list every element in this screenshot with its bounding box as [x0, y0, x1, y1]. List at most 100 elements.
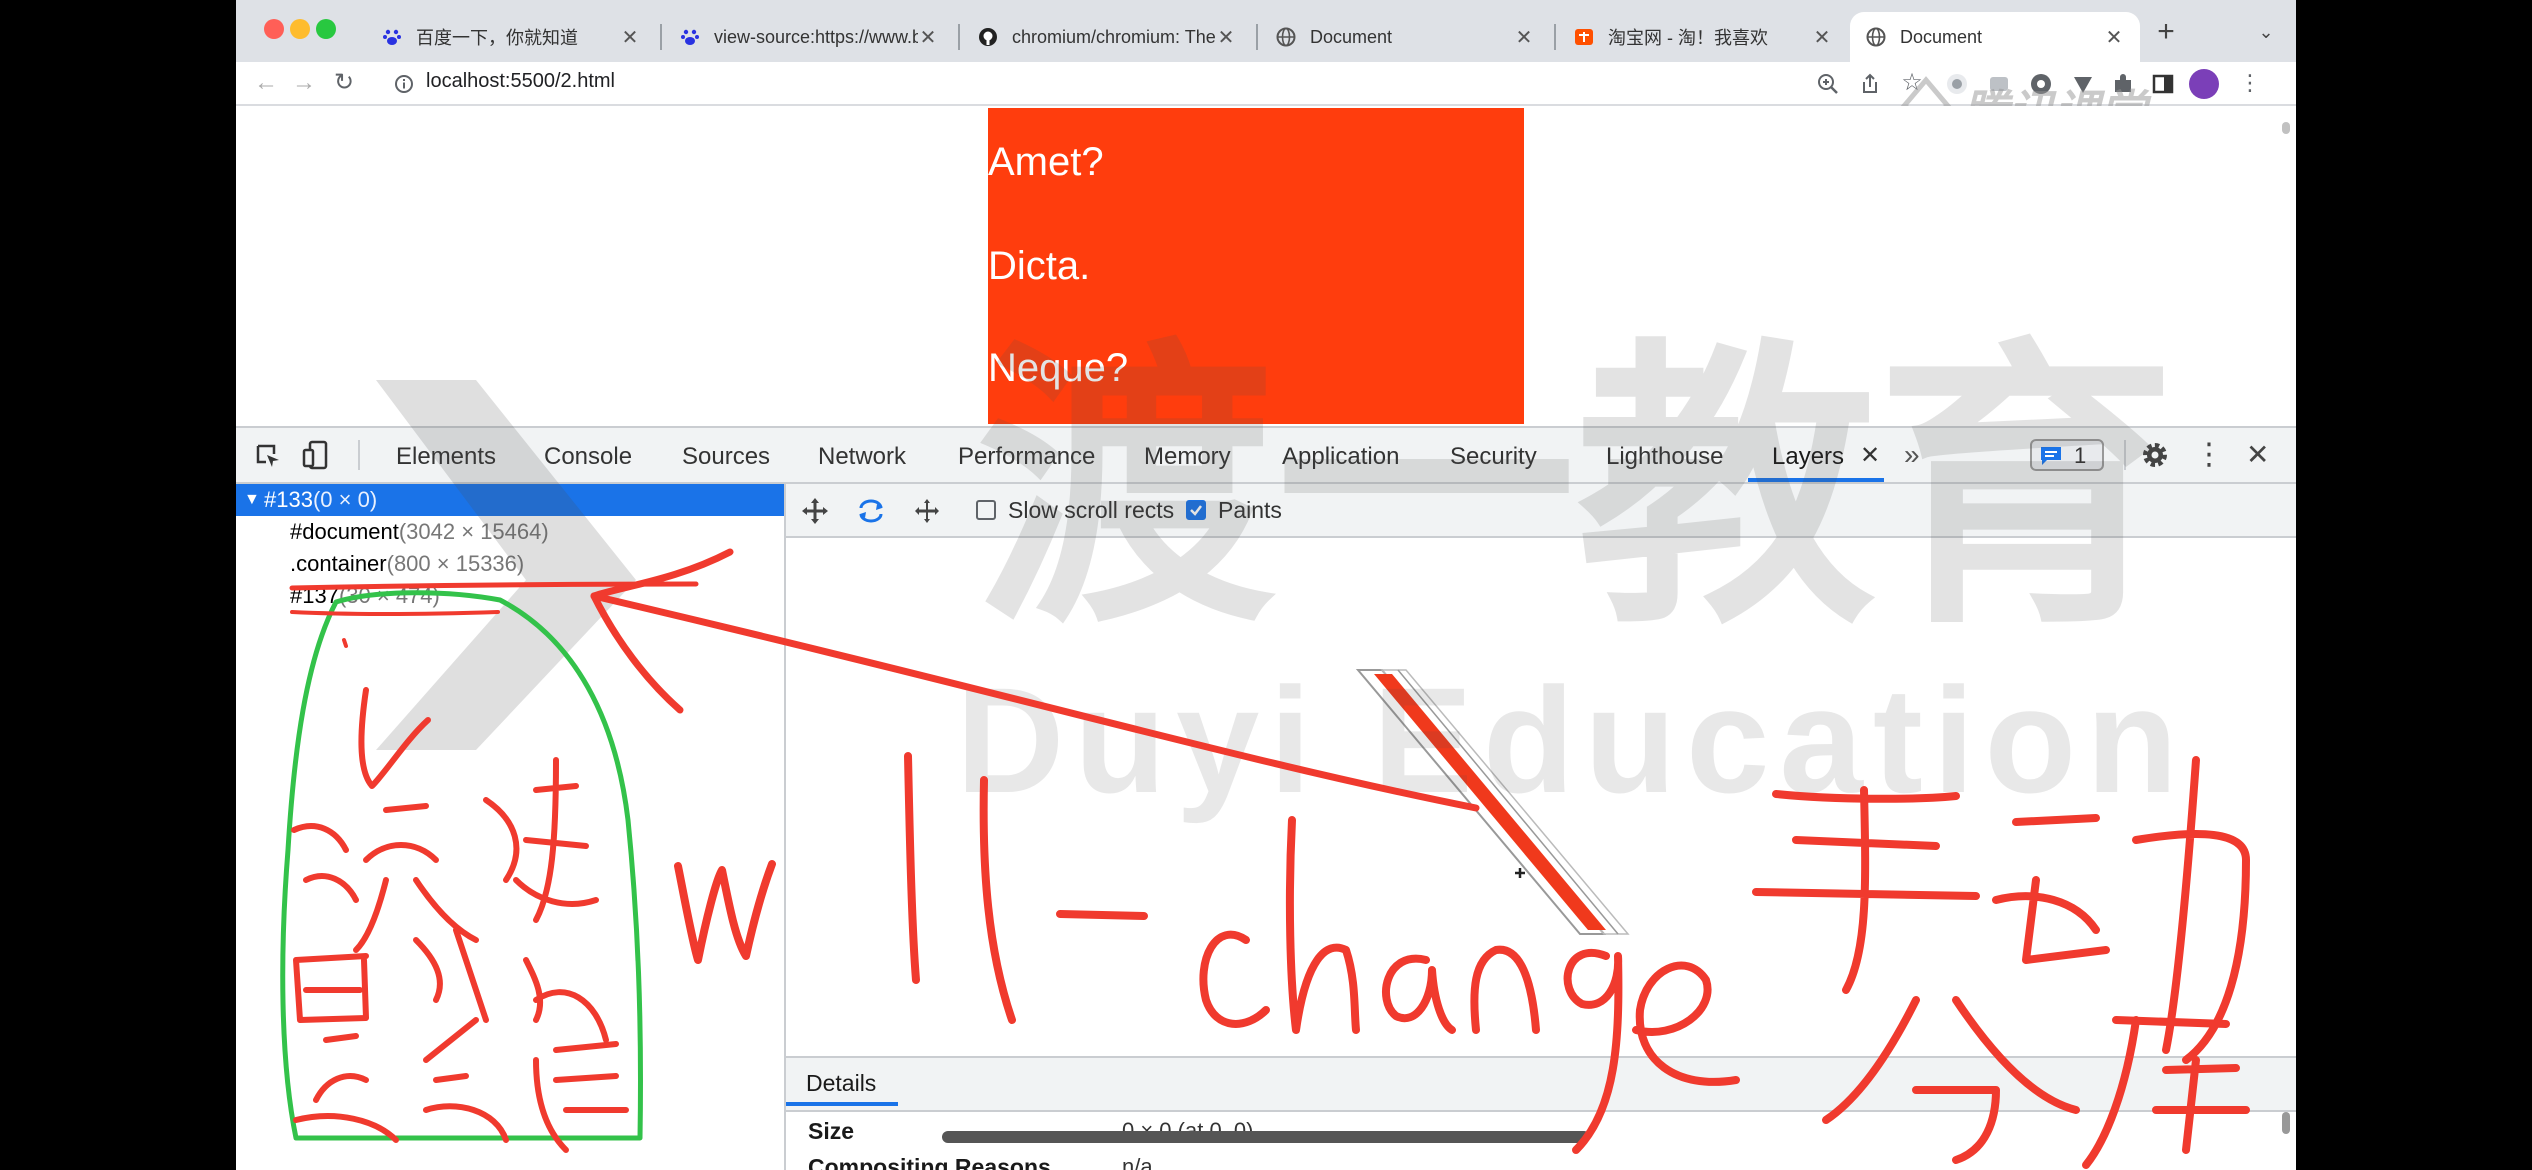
minimize-window-button[interactable]	[290, 19, 310, 39]
tab-close-icon[interactable]: ✕	[2104, 25, 2124, 50]
devtools-panel: Elements Console Sources Network Perform…	[236, 426, 2296, 1170]
forward-arrow-icon[interactable]: →	[292, 71, 316, 95]
share-icon[interactable]	[1858, 72, 1882, 96]
layer-dims: (800 × 15336)	[386, 551, 525, 576]
reload-icon[interactable]: ↻	[332, 71, 356, 95]
tab-close-icon[interactable]: ✕	[1514, 25, 1534, 50]
screen: 百度一下，你就知道 ✕ view-source:https://www.ba ✕…	[236, 0, 2296, 1170]
new-tab-plus-icon[interactable]: +	[2154, 17, 2178, 47]
tab-console[interactable]: Console	[544, 443, 632, 471]
active-tab-indicator	[1748, 478, 1884, 482]
profile-avatar[interactable]	[2188, 68, 2220, 100]
tab-title: 百度一下，你就知道	[416, 28, 578, 48]
layer-name: #133	[264, 487, 313, 512]
tab-3[interactable]: Document ✕	[1260, 12, 1550, 62]
reset-transform-icon[interactable]	[912, 496, 942, 526]
taobao-icon	[1575, 29, 1593, 45]
globe-icon	[1276, 27, 1296, 47]
layer-dims: (30 × 474)	[338, 583, 440, 608]
red-content-box: Amet? Dicta. Neque?	[988, 108, 1524, 424]
message-icon	[2041, 447, 2061, 465]
tab-title: chromium/chromium: The c	[1012, 26, 1216, 47]
tab-layers[interactable]: Layers	[1772, 443, 1844, 471]
settings-gear-icon[interactable]	[2140, 440, 2170, 470]
tab-close-icon[interactable]: ✕	[620, 25, 640, 50]
tab-network[interactable]: Network	[818, 443, 906, 471]
layer-tree-row[interactable]: #document(3042 × 15464)	[236, 516, 784, 548]
page-scrollbar-thumb[interactable]	[2282, 122, 2290, 134]
tab-close-icon[interactable]: ✕	[1216, 25, 1236, 50]
address-bar[interactable]: localhost:5500/2.html	[426, 70, 615, 93]
close-tab-icon[interactable]: ✕	[1860, 441, 1880, 470]
close-devtools-icon[interactable]: ✕	[2246, 438, 2269, 471]
layer-name: #137	[290, 583, 339, 608]
slow-scroll-rects-label: Slow scroll rects	[1008, 497, 1175, 523]
home-indicator	[942, 1131, 1590, 1143]
layer-dims: (0 × 0)	[312, 487, 378, 512]
back-arrow-icon[interactable]: ←	[254, 71, 278, 95]
details-scrollbar-thumb[interactable]	[2282, 1112, 2290, 1134]
tab-separator	[958, 24, 960, 50]
tab-lighthouse[interactable]: Lighthouse	[1606, 443, 1723, 471]
close-window-button[interactable]	[264, 19, 284, 39]
layer-tree-row[interactable]: #137(30 × 474)	[236, 580, 784, 612]
expand-triangle-icon[interactable]: ▼	[244, 484, 260, 516]
tab-title: 淘宝网 - 淘！我喜欢	[1608, 28, 1768, 48]
more-tabs-chevron-icon[interactable]: »	[1904, 439, 1920, 471]
tab-sources[interactable]: Sources	[682, 443, 770, 471]
tab-2[interactable]: chromium/chromium: The c ✕	[962, 12, 1252, 62]
issues-count: 1	[2074, 443, 2087, 468]
site-info-icon[interactable]	[394, 74, 414, 94]
baidu-paw-icon	[681, 29, 699, 45]
toolbar-divider	[358, 440, 360, 470]
globe-icon	[1866, 27, 1886, 47]
pan-mode-icon[interactable]	[800, 496, 830, 526]
tab-5-active[interactable]: Document ✕	[1850, 12, 2140, 62]
device-toolbar-icon[interactable]	[302, 440, 330, 470]
layer-name: #document	[290, 519, 399, 544]
box-text-line: Neque?	[988, 346, 1129, 390]
tab-close-icon[interactable]: ✕	[1812, 25, 1832, 50]
box-text-line: Amet?	[988, 140, 1104, 184]
tab-performance[interactable]: Performance	[958, 443, 1095, 471]
toolbar-divider	[2124, 440, 2126, 470]
tab-elements[interactable]: Elements	[396, 443, 496, 471]
tab-0[interactable]: 百度一下，你就知道 ✕	[366, 12, 656, 62]
rotate-mode-icon[interactable]	[856, 496, 886, 526]
layers-toolbar: Slow scroll rects Paints	[786, 484, 2296, 538]
checkmark-icon	[1190, 505, 1202, 516]
layer-tree-row[interactable]: ▼ #133(0 × 0)	[236, 484, 784, 516]
layer-name: .container	[290, 551, 387, 576]
tab-4[interactable]: 淘宝网 - 淘！我喜欢 ✕	[1558, 12, 1848, 62]
paints-checkbox[interactable]	[1186, 500, 1206, 520]
tab-close-icon[interactable]: ✕	[918, 25, 938, 50]
tab-separator	[1554, 24, 1556, 50]
zoom-icon[interactable]	[1816, 72, 1840, 96]
inspect-element-icon[interactable]	[254, 442, 282, 470]
tab-security[interactable]: Security	[1450, 443, 1537, 471]
tab-title: Document	[1310, 26, 1393, 47]
side-panel-icon[interactable]	[2150, 71, 2176, 97]
tab-separator	[1256, 24, 1258, 50]
detail-label-size: Size	[808, 1118, 855, 1144]
maximize-window-button[interactable]	[316, 19, 336, 39]
devtools-tab-bar: Elements Console Sources Network Perform…	[236, 428, 2296, 484]
tab-1[interactable]: view-source:https://www.ba ✕	[664, 12, 954, 62]
layer-dims: (3042 × 15464)	[398, 519, 549, 544]
layer-3d-render	[1355, 669, 1630, 935]
tab-separator	[660, 24, 662, 50]
tab-memory[interactable]: Memory	[1144, 443, 1231, 471]
browser-menu-kebab-icon[interactable]: ⋮	[2238, 71, 2262, 95]
tab-application[interactable]: Application	[1282, 443, 1399, 471]
details-tab-indicator	[786, 1102, 898, 1106]
layers-3d-view[interactable]	[786, 538, 2296, 1056]
tab-title: view-source:https://www.ba	[714, 26, 918, 47]
layer-tree-row[interactable]: .container(800 × 15336)	[236, 548, 784, 580]
layer-tree: ▼ #133(0 × 0) #document(3042 × 15464) .c…	[236, 484, 786, 1170]
issues-badge[interactable]: 1	[2030, 439, 2104, 471]
slow-scroll-rects-checkbox[interactable]	[976, 500, 996, 520]
devtools-menu-kebab-icon[interactable]: ⋮	[2194, 437, 2224, 472]
details-tab[interactable]: Details	[806, 1070, 876, 1097]
detail-label-compositing: Compositing Reasons	[808, 1154, 1051, 1170]
tab-search-chevron-icon[interactable]: ⌄	[2254, 20, 2278, 44]
